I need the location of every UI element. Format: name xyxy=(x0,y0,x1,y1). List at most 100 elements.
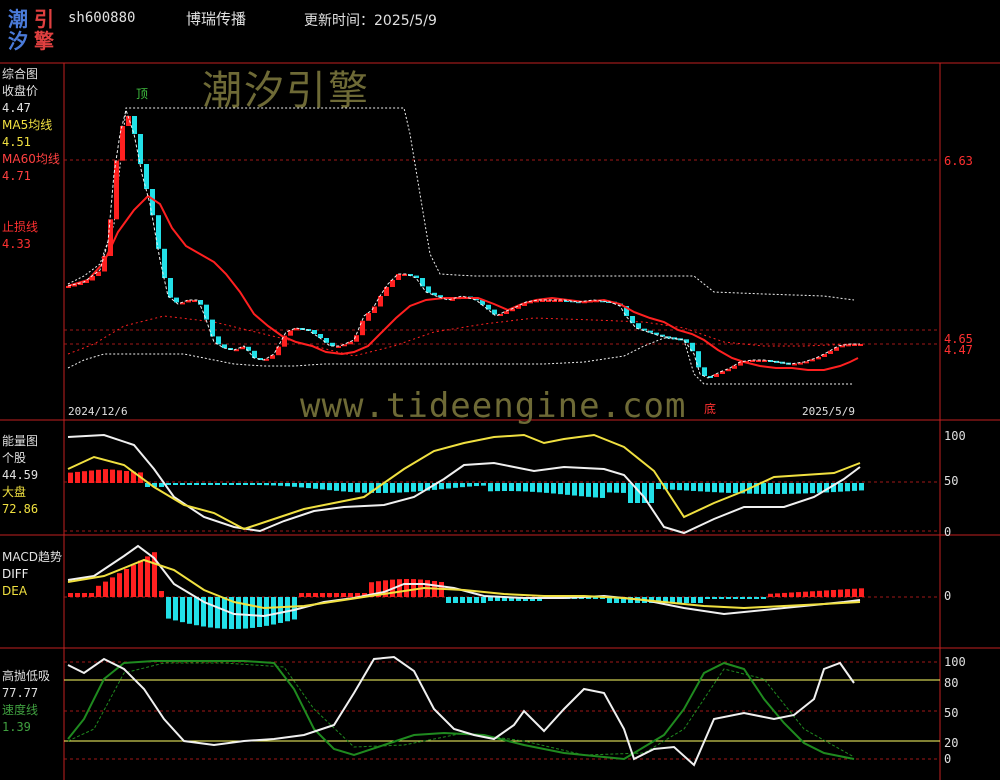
energy-bar xyxy=(299,483,304,488)
energy-bar xyxy=(579,483,584,497)
candle xyxy=(492,309,497,315)
watermark-text: 潮汐引擎 xyxy=(202,68,370,114)
energy-bar xyxy=(761,483,766,494)
energy-bar xyxy=(768,483,773,494)
macd-bar xyxy=(250,597,255,628)
hl-tick: 0 xyxy=(944,752,952,766)
energy-bar xyxy=(236,483,241,485)
macd-bar xyxy=(782,592,787,597)
macd-bar xyxy=(278,597,283,623)
macd-chart[interactable] xyxy=(64,536,940,648)
energy-bar xyxy=(600,483,605,498)
bottom-marker: 底 xyxy=(704,402,717,416)
candle xyxy=(504,311,509,314)
energy-bar xyxy=(530,483,535,492)
energy-bar xyxy=(334,483,339,491)
market-energy-label: 大盘 xyxy=(2,485,27,499)
macd-bar xyxy=(131,564,136,597)
energy-bar xyxy=(775,483,780,494)
energy-bar xyxy=(439,483,444,490)
energy-bar xyxy=(327,483,332,491)
energy-bar xyxy=(474,483,479,487)
ma-band-line xyxy=(67,315,855,357)
macd-bar xyxy=(264,597,269,626)
diff-label: DIFF xyxy=(2,567,29,581)
energy-bar xyxy=(180,483,185,485)
energy-bar xyxy=(516,483,521,492)
energy-bar xyxy=(215,483,220,485)
macd-bar xyxy=(187,597,192,624)
diff-line xyxy=(67,544,861,618)
energy-bar xyxy=(68,472,73,483)
main-price-chart[interactable] xyxy=(64,64,940,420)
macd-bar xyxy=(845,589,850,597)
energy-bar xyxy=(481,483,486,486)
upper-band-line xyxy=(67,107,855,301)
energy-bar xyxy=(810,483,815,494)
candle xyxy=(432,292,437,296)
energy-bar xyxy=(103,469,108,483)
energy-bar xyxy=(271,483,276,486)
energy-bar xyxy=(75,471,80,483)
energy-bar xyxy=(96,469,101,483)
energy-bar xyxy=(404,483,409,493)
energy-bar xyxy=(257,483,262,486)
energy-bar xyxy=(264,483,269,486)
macd-bar xyxy=(859,588,864,597)
macd-bar xyxy=(397,579,402,597)
macd-bar xyxy=(68,593,73,597)
stock-energy-value: 44.59 xyxy=(2,468,39,482)
energy-bar xyxy=(572,483,577,496)
candle xyxy=(222,344,227,348)
energy-bar xyxy=(586,483,591,497)
energy-bar xyxy=(852,483,857,491)
macd-bar xyxy=(719,597,724,599)
hl-tick: 20 xyxy=(944,736,959,750)
hl-value: 77.77 xyxy=(2,686,39,700)
macd-bar xyxy=(110,577,115,597)
energy-chart[interactable] xyxy=(64,421,940,535)
energy-bar xyxy=(488,483,493,492)
energy-bar xyxy=(166,483,171,485)
date-end: 2025/5/9 xyxy=(802,405,855,418)
energy-bar xyxy=(845,483,850,492)
energy-bar xyxy=(628,483,633,503)
macd-bar xyxy=(173,597,178,621)
energy-bar xyxy=(306,483,311,489)
energy-bar xyxy=(355,483,360,493)
energy-bar xyxy=(670,483,675,490)
top-marker: 顶 xyxy=(136,87,149,101)
macd-bar xyxy=(285,597,290,622)
macd-bar xyxy=(824,590,829,597)
energy-bar xyxy=(621,483,626,493)
macd-bar xyxy=(467,597,472,603)
macd-bar xyxy=(103,581,108,597)
energy-bar xyxy=(677,483,682,491)
candle xyxy=(270,355,275,359)
energy-bar xyxy=(558,483,563,495)
energy-bar xyxy=(726,483,731,493)
candle xyxy=(714,374,719,377)
macd-bar xyxy=(411,579,416,597)
candle xyxy=(732,365,737,369)
dea-label: DEA xyxy=(2,584,28,598)
macd-bar xyxy=(117,573,122,597)
energy-bar xyxy=(348,483,353,492)
macd-bar xyxy=(705,597,710,599)
candle xyxy=(696,351,701,368)
energy-bar xyxy=(649,483,654,503)
macd-bar xyxy=(159,591,164,597)
energy-bar xyxy=(460,483,465,488)
high-low-chart[interactable] xyxy=(64,649,940,780)
macd-bar xyxy=(271,597,276,625)
macd-bar xyxy=(684,597,689,603)
market-energy-value: 72.86 xyxy=(2,502,39,516)
energy-bar xyxy=(509,483,514,492)
macd-title: MACD趋势 xyxy=(2,550,62,564)
macd-bar xyxy=(754,597,759,599)
energy-bar xyxy=(495,483,500,492)
price-tick: 6.63 xyxy=(944,154,973,168)
date-start: 2024/12/6 xyxy=(68,405,128,418)
macd-bar xyxy=(796,592,801,597)
macd-bar xyxy=(726,597,731,599)
